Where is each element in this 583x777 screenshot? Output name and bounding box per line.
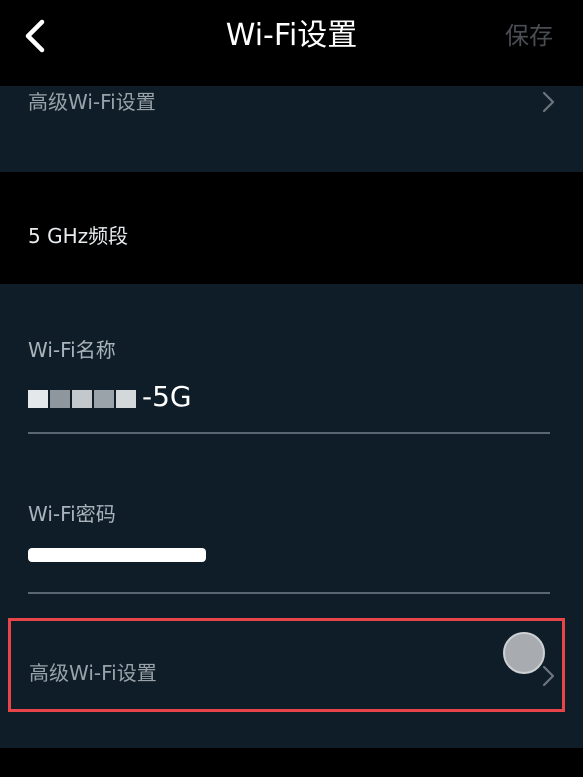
wifi-name-label: Wi-Fi名称	[28, 338, 116, 362]
chevron-right-icon	[541, 665, 557, 687]
section-title: 5 GHz频段	[28, 224, 129, 248]
redacted-name-image	[28, 380, 138, 416]
advanced-wifi-settings-label: 高级Wi-Fi设置	[28, 90, 156, 114]
advanced-wifi-settings-row-5g[interactable]: 高级Wi-Fi设置	[8, 618, 565, 712]
page-title: Wi-Fi设置	[225, 18, 358, 53]
wifi-password-field[interactable]	[28, 548, 206, 562]
advanced-wifi-settings-row-24g[interactable]: 高级Wi-Fi设置	[0, 86, 583, 172]
wifi-password-underline	[28, 592, 550, 594]
band-section-header: 5 GHz频段	[0, 172, 583, 284]
touch-indicator	[503, 632, 545, 674]
save-button[interactable]: 保存	[505, 16, 553, 56]
advanced-wifi-settings-label-5g: 高级Wi-Fi设置	[29, 661, 157, 685]
header-bar: Wi-Fi设置 保存	[0, 0, 583, 86]
chevron-right-icon	[541, 91, 557, 113]
bottom-spacer	[0, 748, 583, 777]
wifi-name-field[interactable]: -5G	[28, 379, 192, 416]
wifi-password-label: Wi-Fi密码	[28, 502, 116, 526]
wifi-name-value: -5G	[142, 380, 192, 413]
wifi-name-underline	[28, 432, 550, 434]
